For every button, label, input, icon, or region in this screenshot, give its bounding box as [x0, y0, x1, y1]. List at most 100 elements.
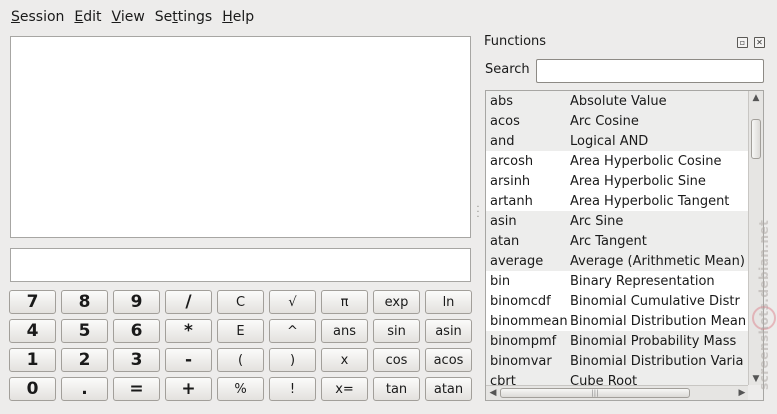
result-display[interactable]	[10, 36, 471, 238]
search-label: Search	[485, 62, 530, 77]
function-row[interactable]: binommean Binomial Distribution Mean	[486, 311, 749, 331]
key-button[interactable]: 3	[113, 348, 160, 372]
function-row[interactable]: binompmf Binomial Probability Mass	[486, 331, 749, 351]
key-button[interactable]: x=	[321, 377, 368, 401]
function-row[interactable]: bin Binary Representation	[486, 271, 749, 291]
key-button[interactable]: 9	[113, 290, 160, 314]
key-button[interactable]: asin	[425, 319, 472, 343]
function-name: binompmf	[490, 333, 557, 349]
function-row[interactable]: average Average (Arithmetic Mean)	[486, 251, 749, 271]
key-button[interactable]: 5	[61, 319, 108, 343]
key-button[interactable]: ans	[321, 319, 368, 343]
menu-session[interactable]: Session	[6, 0, 69, 34]
key-button[interactable]: 2	[61, 348, 108, 372]
key-button[interactable]: -	[165, 348, 212, 372]
key-button[interactable]: .	[61, 377, 108, 401]
key-button[interactable]: 6	[113, 319, 160, 343]
menu-bar: Session Edit View Settings Help	[0, 0, 777, 34]
key-button[interactable]: +	[165, 377, 212, 401]
keypad: 7 8 9/C √ π exp ln 4 5 6 * E ^ ans sin asin 1 2 3-() x cos ac…	[8, 290, 474, 406]
function-row[interactable]: artanh Area Hyperbolic Tangent	[486, 191, 749, 211]
menu-help[interactable]: Help	[217, 0, 259, 34]
key-button[interactable]: =	[113, 377, 160, 401]
function-description: Area Hyperbolic Tangent	[570, 193, 730, 209]
function-name: artanh	[490, 193, 533, 209]
function-row[interactable]: acos Arc Cosine	[486, 111, 749, 131]
function-description: Binary Representation	[570, 273, 715, 289]
horizontal-scrollbar[interactable]: ◀ ||| ▶	[486, 385, 749, 400]
function-row[interactable]: binomvar Binomial Distribution Varia	[486, 351, 749, 371]
key-button[interactable]: π	[321, 290, 368, 314]
key-button[interactable]: C	[217, 290, 264, 314]
key-button[interactable]: /	[165, 290, 212, 314]
horizontal-scroll-thumb[interactable]: |||	[500, 388, 690, 398]
function-name: binommean	[490, 313, 568, 329]
functions-list[interactable]: abs Absolute Value acos Arc Cosine and Logica…	[485, 90, 764, 401]
function-row[interactable]: and Logical AND	[486, 131, 749, 151]
key-button[interactable]: ln	[425, 290, 472, 314]
function-description: Arc Sine	[570, 213, 624, 229]
function-name: acos	[490, 113, 520, 129]
key-button[interactable]: exp	[373, 290, 420, 314]
key-button[interactable]: √	[269, 290, 316, 314]
key-button[interactable]: %	[217, 377, 264, 401]
key-button[interactable]: x	[321, 348, 368, 372]
function-row[interactable]: cbrt Cube Root	[486, 371, 749, 386]
function-description: Average (Arithmetic Mean)	[570, 253, 745, 269]
function-name: and	[490, 133, 515, 149]
key-button[interactable]: )	[269, 348, 316, 372]
key-button[interactable]: tan	[373, 377, 420, 401]
scroll-left-icon[interactable]: ◀	[486, 386, 500, 400]
function-name: arcosh	[490, 153, 534, 169]
function-description: Arc Cosine	[570, 113, 639, 129]
function-row[interactable]: arsinh Area Hyperbolic Sine	[486, 171, 749, 191]
scroll-right-icon[interactable]: ▶	[735, 386, 749, 400]
vertical-scroll-thumb[interactable]	[751, 119, 761, 159]
key-button[interactable]: 4	[9, 319, 56, 343]
function-name: arsinh	[490, 173, 531, 189]
function-name: binomcdf	[490, 293, 551, 309]
expression-input[interactable]	[10, 248, 471, 282]
float-icon[interactable]: ▫	[737, 37, 748, 48]
function-row[interactable]: abs Absolute Value	[486, 91, 749, 111]
key-button[interactable]: E	[217, 319, 264, 343]
function-name: average	[490, 253, 544, 269]
splitter-handle[interactable]: · · ·	[475, 203, 481, 225]
key-button[interactable]: sin	[373, 319, 420, 343]
function-name: bin	[490, 273, 511, 289]
function-name: asin	[490, 213, 517, 229]
key-button[interactable]: acos	[425, 348, 472, 372]
close-icon[interactable]: ✕	[754, 37, 765, 48]
key-button[interactable]: 7	[9, 290, 56, 314]
menu-view[interactable]: View	[107, 0, 150, 34]
function-row[interactable]: asin Arc Sine	[486, 211, 749, 231]
function-description: Absolute Value	[570, 93, 667, 109]
scroll-up-icon[interactable]: ▲	[749, 91, 763, 105]
menu-settings[interactable]: Settings	[150, 0, 217, 34]
function-description: Area Hyperbolic Sine	[570, 173, 706, 189]
key-button[interactable]: (	[217, 348, 264, 372]
functions-rows: abs Absolute Value acos Arc Cosine and Logica…	[486, 91, 749, 386]
function-name: abs	[490, 93, 513, 109]
function-name: binomvar	[490, 353, 552, 369]
key-button[interactable]: cos	[373, 348, 420, 372]
function-description: Binomial Cumulative Distr	[570, 293, 740, 309]
functions-dock-title: Functions	[484, 34, 547, 49]
function-description: Arc Tangent	[570, 233, 647, 249]
search-input[interactable]	[536, 59, 764, 83]
watermark: screenshots.debian.net	[757, 219, 771, 390]
key-button[interactable]: ^	[269, 319, 316, 343]
speedcrunch-window: Session Edit View Settings Help 7 8 9/C √ π e…	[0, 0, 777, 414]
menu-edit[interactable]: Edit	[69, 0, 106, 34]
key-button[interactable]: *	[165, 319, 212, 343]
function-name: atan	[490, 233, 520, 249]
key-button[interactable]: 8	[61, 290, 108, 314]
key-button[interactable]: 1	[9, 348, 56, 372]
key-button[interactable]: !	[269, 377, 316, 401]
function-row[interactable]: atan Arc Tangent	[486, 231, 749, 251]
function-row[interactable]: binomcdf Binomial Cumulative Distr	[486, 291, 749, 311]
function-description: Area Hyperbolic Cosine	[570, 153, 722, 169]
key-button[interactable]: 0	[9, 377, 56, 401]
key-button[interactable]: atan	[425, 377, 472, 401]
function-row[interactable]: arcosh Area Hyperbolic Cosine	[486, 151, 749, 171]
